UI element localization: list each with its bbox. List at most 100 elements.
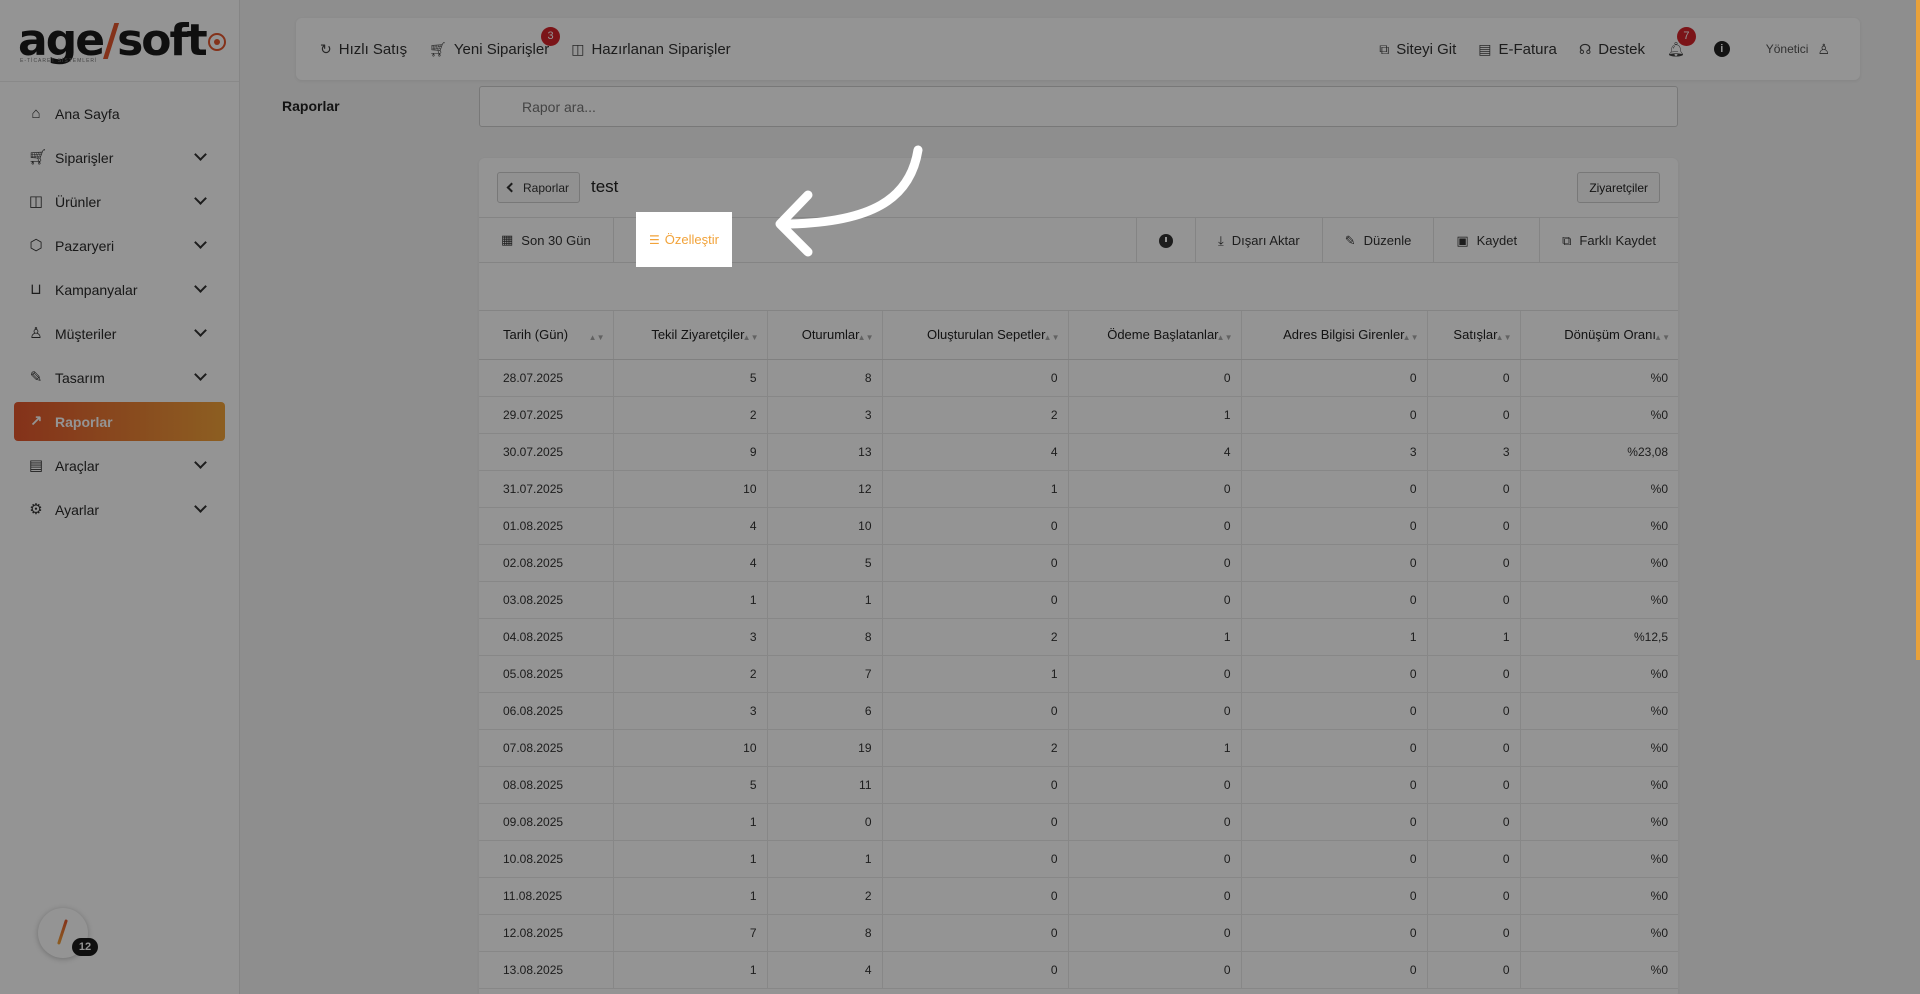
column-header[interactable]: Tarih (Gün) ▲▼: [479, 311, 614, 360]
notifications-badge: 7: [1676, 26, 1696, 46]
sidebar-item-tasarım[interactable]: ✎ Tasarım: [14, 358, 225, 397]
table-cell: 5: [613, 359, 768, 397]
report-search: [479, 86, 1678, 127]
table-cell: 05.08.2025: [479, 655, 614, 693]
table-cell: 3: [613, 692, 768, 730]
column-header[interactable]: Tekil Ziyaretçiler ▲▼: [613, 311, 768, 360]
chevron-down-icon: [194, 236, 207, 249]
table-cell: 0: [1241, 766, 1428, 804]
customize-button[interactable]: ☰ Özelleştir: [636, 212, 732, 267]
sort-icon: ▲▼: [1402, 333, 1419, 342]
table-cell: 1: [1068, 396, 1242, 434]
table-cell: 0: [1427, 803, 1521, 841]
support-link[interactable]: ☊ Destek: [1579, 41, 1645, 58]
table-cell: 0: [1068, 914, 1242, 952]
table-cell: 0: [1241, 544, 1428, 582]
table-cell: 7: [767, 655, 883, 693]
column-header[interactable]: Dönüşüm Oranı ▲▼: [1520, 311, 1678, 360]
logo-row: age/soft E-TİCARET SİSTEMLERİ: [0, 0, 239, 82]
column-header[interactable]: Oluşturulan Sepetler ▲▼: [882, 311, 1069, 360]
download-icon: ⤓: [1218, 232, 1224, 248]
sidebar-item-raporlar[interactable]: ↗ Raporlar: [14, 402, 225, 441]
sidebar-item-araçlar[interactable]: ▤ Araçlar: [14, 446, 225, 485]
table-cell: %0: [1520, 840, 1678, 878]
info-icon[interactable]: i: [1713, 41, 1730, 57]
sidebar-toggle-icon[interactable]: [208, 33, 226, 51]
notifications-button[interactable]: 🔔︎ 7: [1667, 26, 1696, 58]
chart-icon: ↗: [29, 412, 43, 430]
visitors-button[interactable]: Ziyaretçiler: [1577, 172, 1660, 203]
chevron-down-icon: [194, 500, 207, 513]
topbar: ↻ Hızlı Satış 🛒︎ Yeni Siparişler 3 ◫ Hazırla…: [296, 18, 1860, 80]
chevron-down-icon: [194, 280, 207, 293]
edit-icon: ✎: [1344, 232, 1356, 248]
table-cell: 0: [882, 692, 1069, 730]
chevron-down-icon: [194, 368, 207, 381]
table-cell: 13.08.2025: [479, 951, 614, 989]
column-header[interactable]: Adres Bilgisi Girenler ▲▼: [1241, 311, 1428, 360]
table-cell: 0: [1068, 840, 1242, 878]
table-cell: 0: [1241, 692, 1428, 730]
table-body: 28.07.2025 5 8 0 0 0 0 %0 29.07.2025 2 3 2 1 0 0 %0 30.0…: [479, 359, 1678, 989]
chevron-down-icon: [194, 324, 207, 337]
table-cell: 1: [882, 655, 1069, 693]
table-cell: 0: [767, 803, 883, 841]
quick-sale-link[interactable]: ↻ Hızlı Satış: [320, 41, 407, 58]
table-cell: 1: [1241, 618, 1428, 656]
table-cell: 1: [767, 581, 883, 619]
table-row: 05.08.2025 2 7 1 0 0 0 %0: [479, 655, 1678, 693]
history-button[interactable]: [1136, 218, 1195, 263]
column-header[interactable]: Oturumlar ▲▼: [767, 311, 883, 360]
table-cell: %0: [1520, 803, 1678, 841]
sidebar-item-kampanyalar[interactable]: ⊔ Kampanyalar: [14, 270, 225, 309]
chevron-left-icon: [506, 182, 517, 193]
save-button[interactable]: ▣ Kaydet: [1433, 218, 1539, 263]
sidebar-item-ana-sayfa[interactable]: ⌂ Ana Sayfa: [14, 94, 225, 133]
export-button[interactable]: ⤓ Dışarı Aktar: [1195, 218, 1322, 263]
table-cell: 0: [1241, 729, 1428, 767]
home-icon: ⌂: [31, 104, 41, 122]
report-search-input[interactable]: [480, 87, 1677, 126]
go-site-link[interactable]: ⧉ Siteyi Git: [1379, 41, 1456, 58]
table-cell: 06.08.2025: [479, 692, 614, 730]
sidebar-item-ayarlar[interactable]: ⚙ Ayarlar: [14, 490, 225, 529]
table-cell: 0: [882, 359, 1069, 397]
table-cell: 0: [1241, 877, 1428, 915]
sidebar-item-label: Müşteriler: [55, 325, 117, 342]
table-cell: %0: [1520, 914, 1678, 952]
sidebar-item-siparişler[interactable]: 🛒︎ Siparişler: [14, 138, 225, 177]
sidebar-item-müşteriler[interactable]: ♙ Müşteriler: [14, 314, 225, 353]
table-cell: 12.08.2025: [479, 914, 614, 952]
edit-button[interactable]: ✎ Düzenle: [1321, 218, 1434, 263]
table-cell: 0: [1241, 655, 1428, 693]
table-cell: 0: [1241, 396, 1428, 434]
table-cell: 3: [1241, 433, 1428, 471]
page-scrollbar[interactable]: [1916, 0, 1920, 660]
table-row: 13.08.2025 1 4 0 0 0 0 %0: [479, 951, 1678, 989]
clipboard-icon: ▤: [28, 456, 44, 474]
table-cell: 0: [1427, 470, 1521, 508]
copy-icon: ⧉: [1562, 232, 1572, 248]
prepared-orders-link[interactable]: ◫ Hazırlanan Siparişler: [571, 41, 730, 58]
table-cell: %0: [1520, 470, 1678, 508]
table-cell: 1: [1068, 729, 1242, 767]
invoice-icon: ▤: [1478, 40, 1492, 57]
table-cell: 1: [613, 840, 768, 878]
column-header[interactable]: Satışlar ▲▼: [1427, 311, 1521, 360]
page-title: Raporlar: [282, 98, 340, 114]
report-table: Tarih (Gün) ▲▼ Tekil Ziyaretçiler ▲▼ Oturuml…: [479, 311, 1678, 989]
table-cell: 0: [1427, 877, 1521, 915]
user-menu[interactable]: Yönetici ♙: [1766, 41, 1830, 58]
sidebar-item-ürünler[interactable]: ◫ Ürünler: [14, 182, 225, 221]
floppy-icon: ▣: [1456, 232, 1469, 248]
sidebar-item-label: Tasarım: [55, 369, 105, 386]
column-header[interactable]: Ödeme Başlatanlar ▲▼: [1068, 311, 1242, 360]
date-range-button[interactable]: ▦ Son 30 Gün: [479, 217, 614, 263]
calendar-icon: ▦: [501, 232, 514, 247]
save-as-button[interactable]: ⧉ Farklı Kaydet: [1539, 218, 1678, 263]
e-invoice-link[interactable]: ▤ E-Fatura: [1478, 41, 1557, 58]
new-orders-link[interactable]: 🛒︎ Yeni Siparişler 3: [429, 26, 561, 58]
table-cell: %0: [1520, 766, 1678, 804]
sidebar-item-pazaryeri[interactable]: ⬡ Pazaryeri: [14, 226, 225, 265]
back-to-reports-button[interactable]: Raporlar: [497, 172, 581, 203]
